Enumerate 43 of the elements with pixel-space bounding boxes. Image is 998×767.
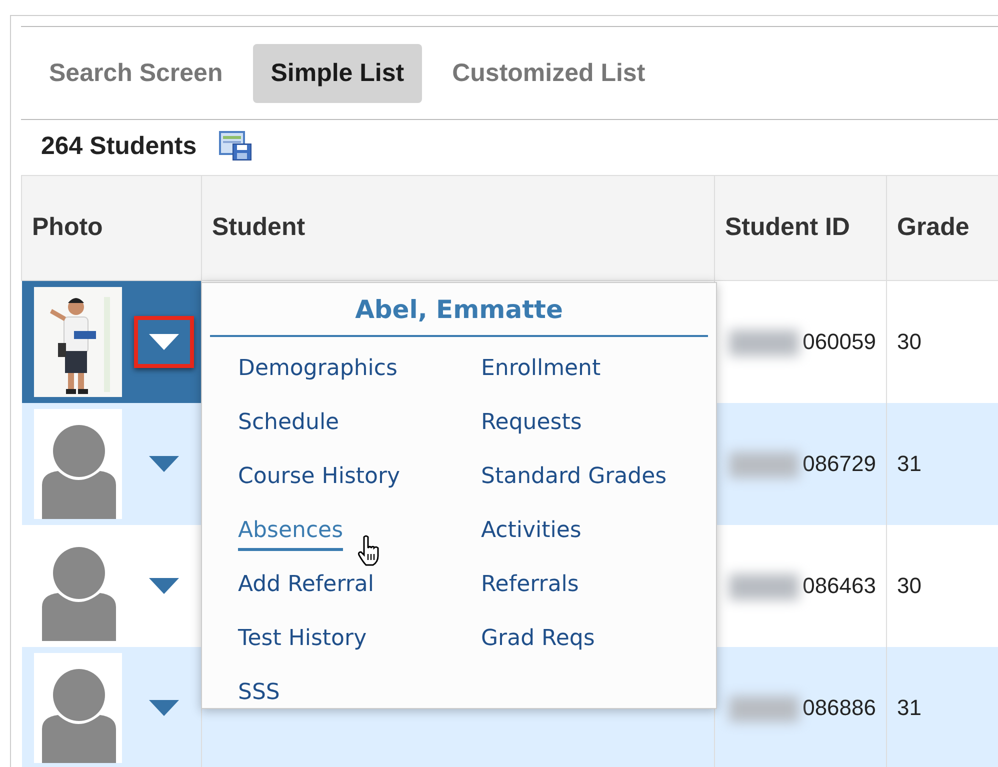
column-header: Photo [22,176,202,280]
photo-cell[interactable] [22,402,202,524]
menu-link[interactable]: Add Referral [238,566,374,604]
menu-link[interactable]: Enrollment [481,350,601,388]
blur-mask [728,574,799,600]
menu-link[interactable]: Test History [238,620,367,658]
student-id: 086463 [802,573,876,598]
photo-cell[interactable] [22,646,202,767]
avatar-silhouette-icon [34,652,122,762]
student-id: 086886 [802,695,876,720]
grade-cell: 31 [886,646,998,767]
tab[interactable]: Search Screen [31,44,241,102]
menu-link[interactable]: SSS [238,674,280,712]
menu-link[interactable]: Course History [238,458,400,496]
caret-icon [148,334,178,350]
export-icon[interactable] [218,131,253,162]
student-id: 060059 [802,329,876,354]
menu-link[interactable]: Referrals [481,566,579,604]
popup-title: Abel, Emmatte [210,291,708,336]
avatar-silhouette-icon [34,408,122,518]
grade-cell: 31 [886,402,998,524]
menu-link[interactable]: Activities [481,512,582,550]
caret-icon [148,700,178,716]
blur-mask [728,452,799,478]
tab[interactable]: Simple List [252,44,422,102]
menu-link[interactable]: Standard Grades [481,458,667,496]
menu-link[interactable]: Grad Reqs [481,620,595,658]
blur-mask [728,696,799,722]
caret-icon [148,456,178,472]
student-count: 264 Students [41,130,197,162]
tab[interactable]: Customized List [434,44,664,102]
menu-link[interactable]: Demographics [238,350,398,388]
menu-link[interactable]: Requests [481,404,582,442]
column-header: Student [202,176,714,280]
column-header: Grade [886,176,998,280]
menu-link[interactable]: Schedule [238,404,340,442]
caret-icon [148,578,178,594]
blur-mask [728,330,799,356]
column-header: Student ID [714,176,886,280]
dropdown-button[interactable] [134,316,194,368]
photo-cell[interactable] [22,280,202,402]
menu-link[interactable]: Absences [238,512,344,550]
student-id: 086729 [802,451,876,476]
